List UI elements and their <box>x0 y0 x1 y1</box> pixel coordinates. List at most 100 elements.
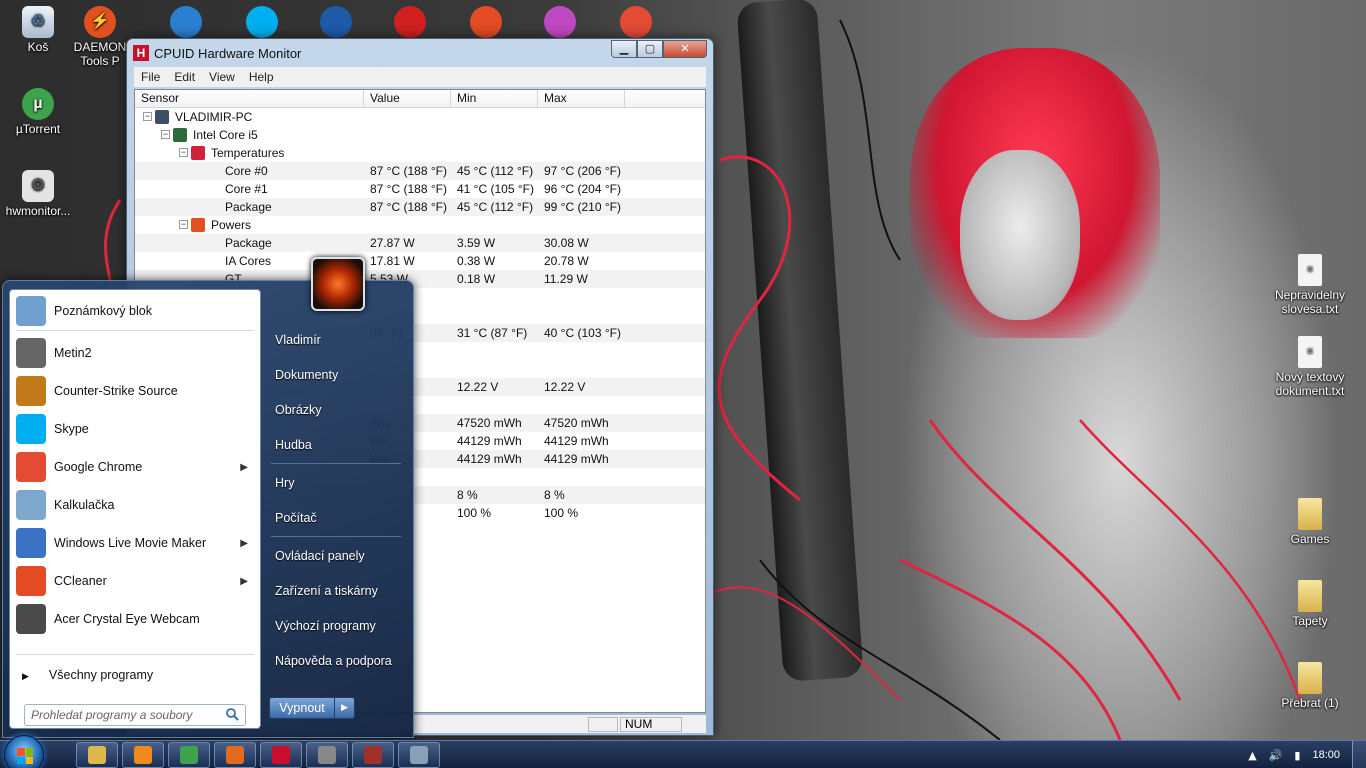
column-min[interactable]: Min <box>451 90 538 107</box>
all-programs-button[interactable]: ▶ Všechny programy <box>22 668 153 682</box>
menu-edit[interactable]: Edit <box>167 70 202 84</box>
start-link-vychozi-programy[interactable]: Výchozí programy <box>275 619 376 633</box>
desktop-icon-ccleaner[interactable] <box>468 6 504 40</box>
close-button[interactable]: ✕ <box>663 40 707 58</box>
search-icon[interactable] <box>225 707 239 721</box>
column-value[interactable]: Value <box>364 90 451 107</box>
computer-icon <box>155 110 169 124</box>
start-link-dokumenty[interactable]: Dokumenty <box>275 368 338 382</box>
collapse-toggle[interactable]: − <box>179 220 188 229</box>
triangle-right-icon: ▶ <box>22 671 29 681</box>
start-link-ovladaci-panely[interactable]: Ovládací panely <box>275 549 365 563</box>
desktop-icon-utorrent[interactable]: µ µTorrent <box>0 88 76 136</box>
taskbar-button-hwmonitor[interactable] <box>260 742 302 768</box>
sensor-name: Package <box>225 236 272 250</box>
user-picture[interactable] <box>311 257 365 311</box>
sensor-min: 31 °C (87 °F) <box>457 326 528 340</box>
sensor-row[interactable]: Package 87 °C (188 °F) 45 °C (112 °F) 99 °C… <box>135 198 705 216</box>
start-button[interactable] <box>4 735 44 768</box>
sensor-row[interactable]: − Powers <box>135 216 705 234</box>
skype-icon <box>246 6 278 38</box>
sensor-row[interactable]: − Temperatures <box>135 144 705 162</box>
submenu-arrow-icon[interactable]: ▶ <box>240 462 248 473</box>
desktop-icon-novy-dokument[interactable]: ≡ Nový textový dokument.txt <box>1272 336 1348 398</box>
start-program-counter-strike[interactable]: Counter-Strike Source <box>10 372 260 410</box>
desktop-icon-tapety[interactable]: Tapety <box>1272 580 1348 628</box>
taskbar-button-metin2[interactable] <box>306 742 348 768</box>
submenu-arrow-icon[interactable]: ▶ <box>240 538 248 549</box>
start-search-input[interactable]: Prohledat programy a soubory <box>24 704 246 726</box>
menu-file[interactable]: File <box>134 70 167 84</box>
maximize-button[interactable]: ▢ <box>637 40 663 58</box>
start-link-obrazky[interactable]: Obrázky <box>275 403 322 417</box>
show-desktop-button[interactable] <box>1352 741 1366 768</box>
text-file-icon: ≡ <box>1298 254 1322 286</box>
sensor-row[interactable]: − VLADIMIR-PC <box>135 108 705 126</box>
sensor-row[interactable]: Core #1 87 °C (188 °F) 41 °C (105 °F) 96 °C… <box>135 180 705 198</box>
program-label: Google Chrome <box>54 460 143 474</box>
menu-help[interactable]: Help <box>242 70 281 84</box>
taskbar-button-tool[interactable] <box>398 742 440 768</box>
collapse-toggle[interactable]: − <box>179 148 188 157</box>
desktop-icon-daemon-tools[interactable]: ⚡ DAEMON Tools P <box>72 6 128 68</box>
sensor-row[interactable]: IA Cores 17.81 W 0.38 W 20.78 W <box>135 252 705 270</box>
sensor-row[interactable]: Core #0 87 °C (188 °F) 45 °C (112 °F) 97 °C… <box>135 162 705 180</box>
collapse-toggle[interactable]: − <box>143 112 152 121</box>
desktop-icon-chrome[interactable] <box>618 6 654 40</box>
menu-view[interactable]: View <box>202 70 242 84</box>
taskbar-button-firefox[interactable] <box>214 742 256 768</box>
desktop-icon-label: Nepravidelny slovesa.txt <box>1274 288 1346 316</box>
desktop-icon-nepravidelny-slovesa[interactable]: ≡ Nepravidelny slovesa.txt <box>1272 254 1348 316</box>
desktop-icon-recycle-bin[interactable]: ♻ Koš <box>0 6 76 54</box>
desktop-icon-prebrat[interactable]: Přebrat (1) <box>1272 662 1348 710</box>
start-link-hry[interactable]: Hry <box>275 476 294 490</box>
desktop-icon-media-player[interactable] <box>318 6 354 40</box>
sensor-max: 47520 mWh <box>544 416 609 430</box>
start-program-calculator[interactable]: Kalkulačka <box>10 486 260 524</box>
start-program-ccleaner[interactable]: CCleaner ▶ <box>10 562 260 600</box>
desktop-icon-hwmonitor-file[interactable]: ⚙ hwmonitor... <box>0 170 76 218</box>
start-program-movie-maker[interactable]: Windows Live Movie Maker ▶ <box>10 524 260 562</box>
shutdown-button[interactable]: Vypnout <box>269 697 335 719</box>
start-link-zarizeni-a-tiskarny[interactable]: Zařízení a tiskárny <box>275 584 378 598</box>
start-program-metin2[interactable]: Metin2 <box>10 334 260 372</box>
desktop-icon-games[interactable]: Games <box>1272 498 1348 546</box>
volume-icon[interactable]: 🔊 <box>1269 749 1283 762</box>
submenu-arrow-icon[interactable]: ▶ <box>240 576 248 587</box>
start-link-napoveda-a-podpora[interactable]: Nápověda a podpora <box>275 654 392 668</box>
column-sensor[interactable]: Sensor <box>135 90 364 107</box>
desktop-icon-flash[interactable] <box>392 6 428 40</box>
sensor-row[interactable]: − Intel Core i5 <box>135 126 705 144</box>
sensor-row[interactable]: Package 27.87 W 3.59 W 30.08 W <box>135 234 705 252</box>
taskbar-button-utorrent[interactable] <box>168 742 210 768</box>
desktop-icon-nero[interactable] <box>168 6 204 40</box>
start-link-hudba[interactable]: Hudba <box>275 438 312 452</box>
network-icon[interactable]: ▮ <box>1294 749 1300 762</box>
show-hidden-icons-icon[interactable]: ▲ <box>1248 749 1256 762</box>
status-num: NUM <box>620 717 682 732</box>
collapse-toggle[interactable]: − <box>161 130 170 139</box>
divider <box>16 654 254 655</box>
start-program-skype[interactable]: Skype <box>10 410 260 448</box>
calculator-icon <box>16 490 46 520</box>
start-program-notepad[interactable]: Poznámkový blok <box>10 292 260 330</box>
column-max[interactable]: Max <box>538 90 625 107</box>
explorer-icon <box>88 746 106 764</box>
start-link-pocitac[interactable]: Počítač <box>275 511 317 525</box>
taskbar-button-game[interactable] <box>352 742 394 768</box>
movie-maker-icon <box>16 528 46 558</box>
shutdown-options-button[interactable]: ▶ <box>335 697 355 719</box>
program-label: Kalkulačka <box>54 498 115 512</box>
start-program-webcam[interactable]: Acer Crystal Eye Webcam <box>10 600 260 638</box>
start-program-chrome[interactable]: Google Chrome ▶ <box>10 448 260 486</box>
taskbar-button-explorer[interactable] <box>76 742 118 768</box>
taskbar-button-media-player[interactable] <box>122 742 164 768</box>
start-link-vladimir[interactable]: Vladimír <box>275 333 321 347</box>
desktop-icon-skype[interactable] <box>244 6 280 40</box>
desktop-icon-picasa[interactable] <box>542 6 578 40</box>
firefox-icon <box>226 746 244 764</box>
minimize-button[interactable]: ▁ <box>611 40 637 58</box>
clock[interactable]: 18:00 <box>1312 749 1340 761</box>
folder-icon <box>1298 580 1322 612</box>
ccleaner-icon <box>16 566 46 596</box>
